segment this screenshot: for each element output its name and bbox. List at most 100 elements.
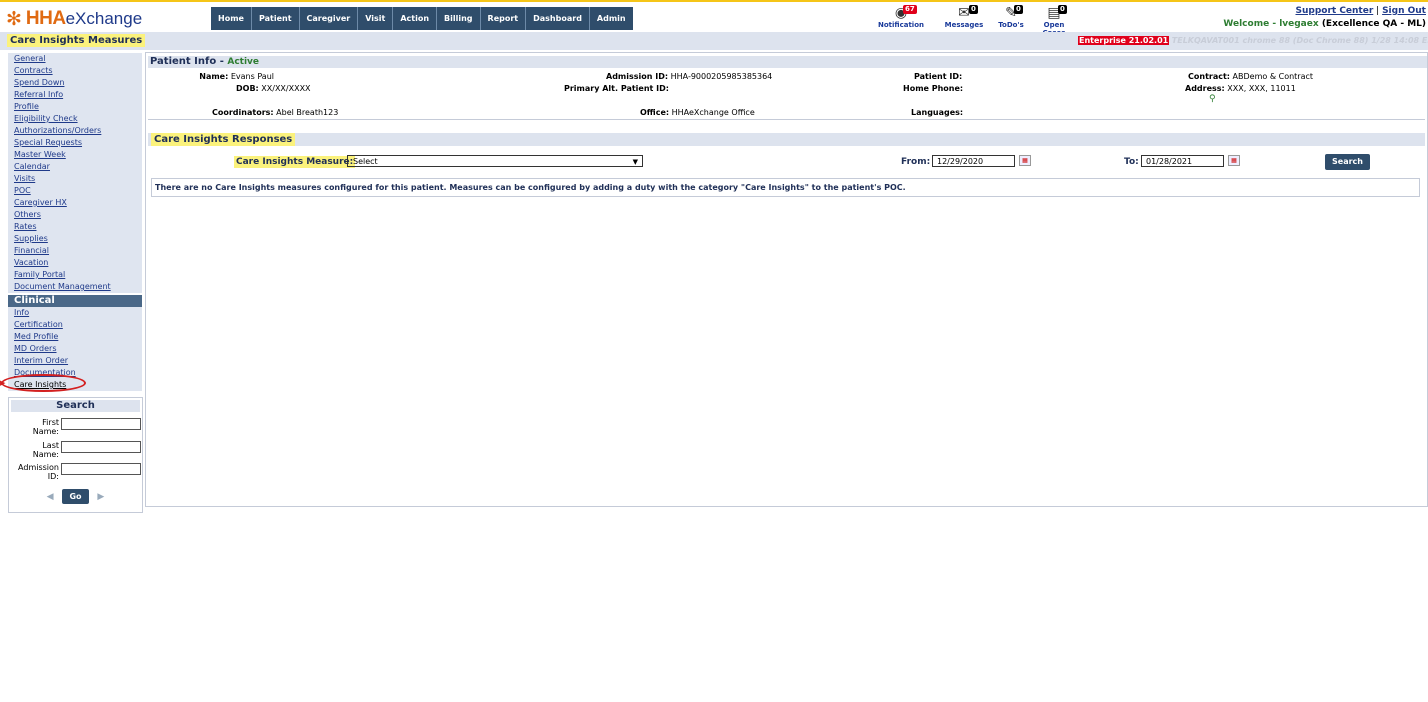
sidebar-item-rates[interactable]: Rates (8, 221, 142, 233)
admission-id-value: HHA-9000205985385364 (670, 72, 773, 81)
nav-patient[interactable]: Patient (252, 7, 300, 30)
notification-button[interactable]: ◉ 67 Notification (876, 5, 926, 33)
todos-button[interactable]: ✎ 0 ToDo's (994, 5, 1028, 33)
nav-home[interactable]: Home (211, 7, 252, 30)
dob-field: DOB: XX/XX/XXXX (236, 84, 311, 93)
last-name-label: Last Name: (32, 441, 59, 459)
sidebar-item-family-portal[interactable]: Family Portal (8, 269, 142, 281)
care-insights-title: Care Insights Responses (151, 133, 296, 146)
prev-arrow-icon[interactable]: ◀ (47, 492, 54, 502)
session-info: TELKQAVAT001 chrome 88 (Doc Chrome 88) 1… (1171, 36, 1428, 45)
clipboard-icon: ✎ (1005, 5, 1017, 21)
contract-label: Contract: (1188, 72, 1230, 81)
go-button[interactable]: Go (62, 489, 89, 504)
logo-symbol-icon: ✻ (6, 8, 22, 30)
coordinators-label: Coordinators: (212, 108, 274, 117)
sidebar-item-vacation[interactable]: Vacation (8, 257, 142, 269)
admission-id-label: Admission ID: (18, 463, 59, 481)
main-nav: Home Patient Caregiver Visit Action Bill… (211, 7, 633, 30)
open-cases-button[interactable]: ▤ 0 Open Cases (1032, 5, 1076, 37)
next-arrow-icon[interactable]: ▶ (97, 492, 104, 502)
sub-header-bar: Care Insights Measures Enterprise 21.02.… (0, 32, 1428, 50)
support-center-link[interactable]: Support Center (1295, 6, 1373, 16)
measure-label: Care Insights Measure: (234, 156, 356, 168)
sidebar-item-authorizations-orders[interactable]: Authorizations/Orders (8, 125, 142, 137)
nav-admin[interactable]: Admin (590, 7, 633, 30)
from-calendar-icon[interactable]: ▦ (1019, 155, 1031, 166)
primary-alt-id-field: Primary Alt. Patient ID: (564, 84, 669, 93)
sidebar-item-others[interactable]: Others (8, 209, 142, 221)
messages-label: Messages (944, 21, 984, 29)
sidebar-item-supplies[interactable]: Supplies (8, 233, 142, 245)
office-value: HHAeXchange Office (671, 108, 755, 117)
admission-id-input[interactable] (61, 463, 141, 475)
sidebar-item-financial[interactable]: Financial (8, 245, 142, 257)
nav-visit[interactable]: Visit (358, 7, 394, 30)
nav-report[interactable]: Report (481, 7, 527, 30)
sidebar-item-interim-order[interactable]: Interim Order (8, 355, 142, 367)
patient-info-header: Patient Info - Active (148, 56, 1427, 68)
measure-select[interactable]: Select ▼ (347, 155, 643, 167)
sidebar-item-med-profile[interactable]: Med Profile (8, 331, 142, 343)
search-button[interactable]: Search (1325, 154, 1370, 170)
messages-button[interactable]: ✉ 0 Messages (940, 5, 988, 33)
map-magnifier-icon[interactable]: ⚲ (1209, 94, 1216, 104)
no-measures-message: There are no Care Insights measures conf… (151, 178, 1420, 197)
sidebar-item-md-orders[interactable]: MD Orders (8, 343, 142, 355)
patient-id-label: Patient ID: (914, 72, 963, 81)
sidebar-item-general[interactable]: General (8, 53, 142, 65)
address-label: Address: (1185, 84, 1225, 93)
admission-id-info-label: Admission ID: (606, 72, 669, 81)
patient-status: Active (227, 57, 260, 67)
office-label: Office: (640, 108, 670, 117)
environment-info: Enterprise 21.02.01 TELKQAVAT001 chrome … (1078, 36, 1428, 45)
last-name-input[interactable] (61, 441, 141, 453)
sidebar-item-eligibility-check[interactable]: Eligibility Check (8, 113, 142, 125)
first-name-input[interactable] (61, 418, 141, 430)
nav-action[interactable]: Action (393, 7, 438, 30)
sidebar-item-caregiver-hx[interactable]: Caregiver HX (8, 197, 142, 209)
sidebar-item-info[interactable]: Info (8, 307, 142, 319)
sidebar-item-visits[interactable]: Visits (8, 173, 142, 185)
sidebar-item-referral-info[interactable]: Referral Info (8, 89, 142, 101)
sidebar-item-document-management[interactable]: Document Management (8, 281, 142, 293)
select-caret-icon: ▼ (632, 158, 638, 166)
from-date-input[interactable]: 12/29/2020 (932, 155, 1015, 167)
nav-billing[interactable]: Billing (437, 7, 481, 30)
contract-field: Contract: ABDemo & Contract (1188, 72, 1313, 81)
from-label: From: (901, 157, 931, 167)
care-insights-header: Care Insights Responses (148, 133, 1425, 146)
home-phone-label: Home Phone: (903, 84, 964, 93)
to-date-input[interactable]: 01/28/2021 (1141, 155, 1224, 167)
hhaexchange-logo[interactable]: ✻ HHA eXchange (6, 8, 142, 30)
sidebar-section-clinical: Clinical (8, 295, 142, 307)
coordinators-field: Coordinators: Abel Breath123 (212, 108, 338, 117)
nav-dashboard[interactable]: Dashboard (526, 7, 590, 30)
folder-icon: ▤ (1047, 5, 1061, 21)
sign-out-link[interactable]: Sign Out (1382, 6, 1426, 16)
envelope-icon: ✉ (958, 5, 970, 21)
sidebar-item-spend-down[interactable]: Spend Down (8, 77, 142, 89)
to-label: To: (1124, 157, 1139, 167)
sidebar-item-poc[interactable]: POC (8, 185, 142, 197)
sidebar-item-calendar[interactable]: Calendar (8, 161, 142, 173)
sidebar-item-profile[interactable]: Profile (8, 101, 142, 113)
header-icons: ◉ 67 Notification ✉ 0 Messages ✎ 0 ToDo'… (876, 5, 1076, 37)
office-field: Office: HHAeXchange Office (640, 108, 755, 117)
nav-caregiver[interactable]: Caregiver (300, 7, 359, 30)
notification-count-badge: 67 (903, 5, 917, 14)
to-calendar-icon[interactable]: ▦ (1228, 155, 1240, 166)
home-phone-field: Home Phone: (903, 84, 963, 93)
sidebar-item-special-requests[interactable]: Special Requests (8, 137, 142, 149)
address-field: Address: XXX, XXX, 11011 (1185, 84, 1296, 93)
sidebar-item-master-week[interactable]: Master Week (8, 149, 142, 161)
sidebar-item-certification[interactable]: Certification (8, 319, 142, 331)
care-insights-highlight-ring (1, 374, 86, 392)
sidebar-item-contracts[interactable]: Contracts (8, 65, 142, 77)
dob-value: XX/XX/XXXX (261, 84, 311, 93)
logo-text-hha: HHA (25, 8, 66, 29)
patient-name-value: Evans Paul (230, 72, 274, 81)
patient-info-title: Patient Info - (150, 56, 228, 67)
header-separator: | (1376, 6, 1380, 16)
todos-count-badge: 0 (1014, 5, 1023, 14)
